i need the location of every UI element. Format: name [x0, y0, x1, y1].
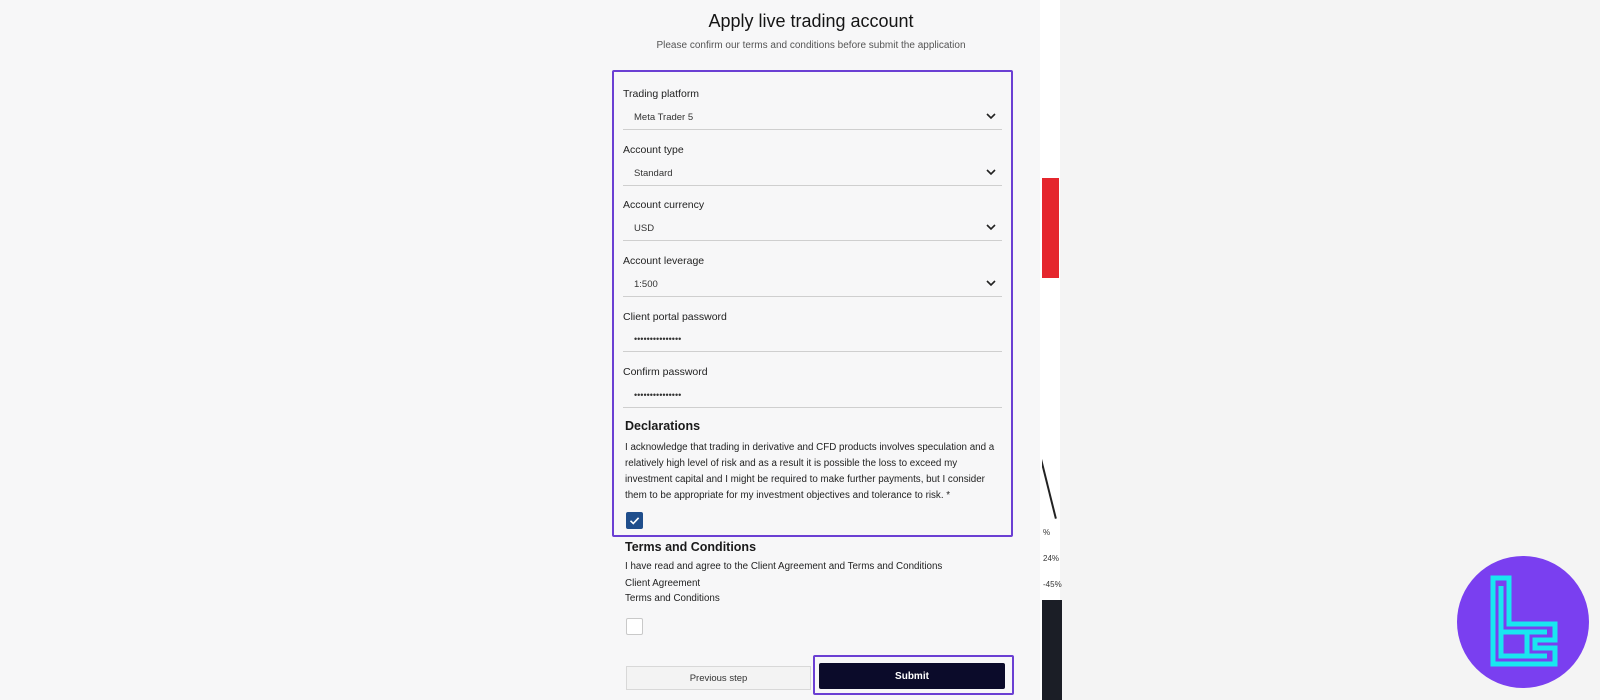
- trading-platform-select[interactable]: Meta Trader 5: [623, 104, 1002, 130]
- page-subtitle: Please confirm our terms and conditions …: [656, 40, 966, 51]
- background-pct-2: 24%: [1043, 554, 1060, 563]
- logo: [1457, 556, 1589, 688]
- account-type-label: Account type: [623, 144, 684, 156]
- confirm-password-input[interactable]: •••••••••••••••: [623, 382, 1002, 408]
- terms-checkbox[interactable]: [626, 618, 643, 635]
- declarations-title: Declarations: [625, 419, 701, 433]
- account-leverage-label: Account leverage: [623, 255, 705, 267]
- account-type-value: Standard: [634, 168, 673, 179]
- client-password-label: Client portal password: [623, 311, 727, 323]
- terms-conditions-link[interactable]: Terms and Conditions: [625, 593, 720, 604]
- background-pct-1: %: [1043, 528, 1051, 537]
- background-dark-shape: [1042, 600, 1062, 700]
- declarations-checkbox[interactable]: [626, 512, 643, 529]
- account-type-select[interactable]: Standard: [623, 160, 1002, 186]
- submit-button[interactable]: Submit: [819, 663, 1005, 689]
- background-pct-3: -45%: [1043, 580, 1062, 589]
- page-title: Apply live trading account: [708, 11, 914, 31]
- confirm-password-value: •••••••••••••••: [634, 390, 682, 400]
- check-icon: [629, 517, 640, 525]
- chevron-down-icon: [986, 169, 996, 176]
- terms-title: Terms and Conditions: [625, 540, 757, 554]
- background-red-shape: [1042, 178, 1059, 278]
- declarations-text: I acknowledge that trading in derivative…: [625, 442, 995, 501]
- confirm-password-label: Confirm password: [623, 366, 708, 378]
- chevron-down-icon: [986, 224, 996, 231]
- chevron-down-icon: [986, 113, 996, 120]
- account-currency-select[interactable]: USD: [623, 215, 1002, 241]
- trading-platform-label: Trading platform: [623, 88, 700, 100]
- background-line: [1042, 431, 1057, 519]
- account-leverage-select[interactable]: 1:500: [623, 271, 1002, 297]
- client-password-input[interactable]: •••••••••••••••: [623, 326, 1002, 352]
- logo-mark-icon: [1490, 575, 1558, 667]
- account-currency-value: USD: [634, 223, 655, 234]
- client-password-value: •••••••••••••••: [634, 334, 682, 344]
- background-chart-strip: % 24% -45%: [1042, 0, 1062, 700]
- account-currency-label: Account currency: [623, 199, 705, 211]
- trading-platform-value: Meta Trader 5: [634, 112, 694, 123]
- client-agreement-link[interactable]: Client Agreement: [625, 578, 700, 589]
- chevron-down-icon: [986, 280, 996, 287]
- previous-step-button[interactable]: Previous step: [626, 666, 811, 690]
- account-leverage-value: 1:500: [634, 279, 658, 290]
- terms-text: I have read and agree to the Client Agre…: [625, 561, 943, 572]
